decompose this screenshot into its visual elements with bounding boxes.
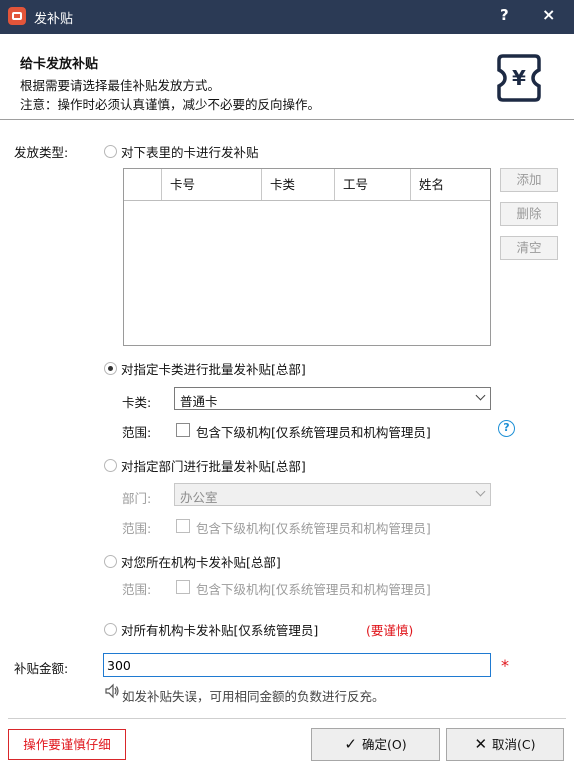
cancel-button-label: 取消(C)	[492, 737, 536, 752]
window-title: 发补贴	[34, 12, 74, 27]
table-header-employee-no[interactable]: 工号	[335, 169, 411, 200]
card-type-scope-label: 范围:	[122, 425, 152, 440]
radio-all-institutions[interactable]	[104, 623, 117, 636]
speaker-icon	[105, 683, 119, 699]
radio-table-cards[interactable]	[104, 145, 117, 158]
card-table[interactable]: 卡号 卡类 工号 姓名	[123, 168, 491, 346]
caution-note: (要谨慎)	[366, 623, 414, 638]
radio-all-institutions-label[interactable]: 对所有机构卡发补贴[仅系统管理员]	[121, 620, 318, 639]
title-bar: 发补贴 ? ×	[0, 0, 574, 34]
question-icon[interactable]: ?	[498, 420, 515, 437]
radio-card-type-label[interactable]: 对指定卡类进行批量发补贴[总部]	[121, 359, 306, 378]
close-icon[interactable]: ×	[542, 5, 555, 24]
radio-department-label[interactable]: 对指定部门进行批量发补贴[总部]	[121, 456, 306, 475]
radio-card-type[interactable]	[104, 362, 117, 375]
department-scope-checkbox[interactable]	[176, 519, 190, 533]
institution-scope-label: 范围:	[122, 582, 152, 597]
card-type-label: 卡类:	[122, 395, 152, 410]
table-header-name[interactable]: 姓名	[411, 169, 490, 200]
card-type-scope-text[interactable]: 包含下级机构[仅系统管理员和机构管理员]	[196, 422, 431, 441]
cancel-button[interactable]: ✕ 取消(C)	[446, 728, 564, 761]
header-title: 给卡发放补贴	[20, 57, 99, 72]
department-label: 部门:	[122, 491, 152, 506]
hint-text: 如发补贴失误，可用相同金额的负数进行反充。	[122, 689, 385, 704]
radio-department[interactable]	[104, 459, 117, 472]
amount-label: 补贴金额:	[14, 661, 69, 676]
table-header-card-no[interactable]: 卡号	[162, 169, 262, 200]
app-icon	[8, 7, 26, 25]
subsidy-logo-icon: ¥	[497, 54, 541, 102]
table-header-card-type[interactable]: 卡类	[262, 169, 335, 200]
ok-button[interactable]: ✓ 确定(O)	[311, 728, 440, 761]
delete-button[interactable]: 删除	[500, 202, 558, 226]
check-icon: ✓	[344, 735, 357, 753]
department-scope-text[interactable]: 包含下级机构[仅系统管理员和机构管理员]	[196, 518, 431, 537]
chevron-down-icon	[475, 486, 486, 497]
dialog-header: 给卡发放补贴 根据需要请选择最佳补贴发放方式。 注意：操作时必须认真谨慎，减少不…	[0, 34, 574, 120]
table-header-cell	[124, 169, 162, 200]
warning-badge: 操作要谨慎仔细	[8, 729, 126, 760]
add-button[interactable]: 添加	[500, 168, 558, 192]
header-description: 根据需要请选择最佳补贴发放方式。	[20, 78, 221, 93]
card-type-value: 普通卡	[180, 394, 218, 409]
ok-button-label: 确定(O)	[361, 737, 407, 752]
footer-divider	[8, 718, 566, 719]
department-select[interactable]: 办公室	[174, 483, 491, 506]
card-table-header: 卡号 卡类 工号 姓名	[124, 169, 490, 201]
help-icon[interactable]: ?	[500, 6, 509, 24]
radio-institution[interactable]	[104, 555, 117, 568]
institution-scope-checkbox[interactable]	[176, 580, 190, 594]
required-mark: *	[501, 656, 509, 675]
radio-table-cards-label[interactable]: 对下表里的卡进行发补贴	[121, 142, 259, 161]
amount-input[interactable]	[107, 656, 477, 674]
cross-icon: ✕	[474, 735, 488, 753]
card-type-select[interactable]: 普通卡	[174, 387, 491, 410]
header-notice: 注意：操作时必须认真谨慎，减少不必要的反向操作。	[20, 97, 321, 112]
amount-field[interactable]	[103, 653, 491, 677]
department-scope-label: 范围:	[122, 521, 152, 536]
issue-type-label: 发放类型:	[14, 145, 69, 160]
clear-button[interactable]: 清空	[500, 236, 558, 260]
institution-scope-text[interactable]: 包含下级机构[仅系统管理员和机构管理员]	[196, 579, 431, 598]
chevron-down-icon	[475, 390, 486, 401]
radio-institution-label[interactable]: 对您所在机构卡发补贴[总部]	[121, 552, 281, 571]
department-value: 办公室	[180, 490, 218, 505]
card-type-scope-checkbox[interactable]	[176, 423, 190, 437]
logo-symbol: ¥	[512, 66, 526, 90]
header-divider	[0, 119, 574, 120]
